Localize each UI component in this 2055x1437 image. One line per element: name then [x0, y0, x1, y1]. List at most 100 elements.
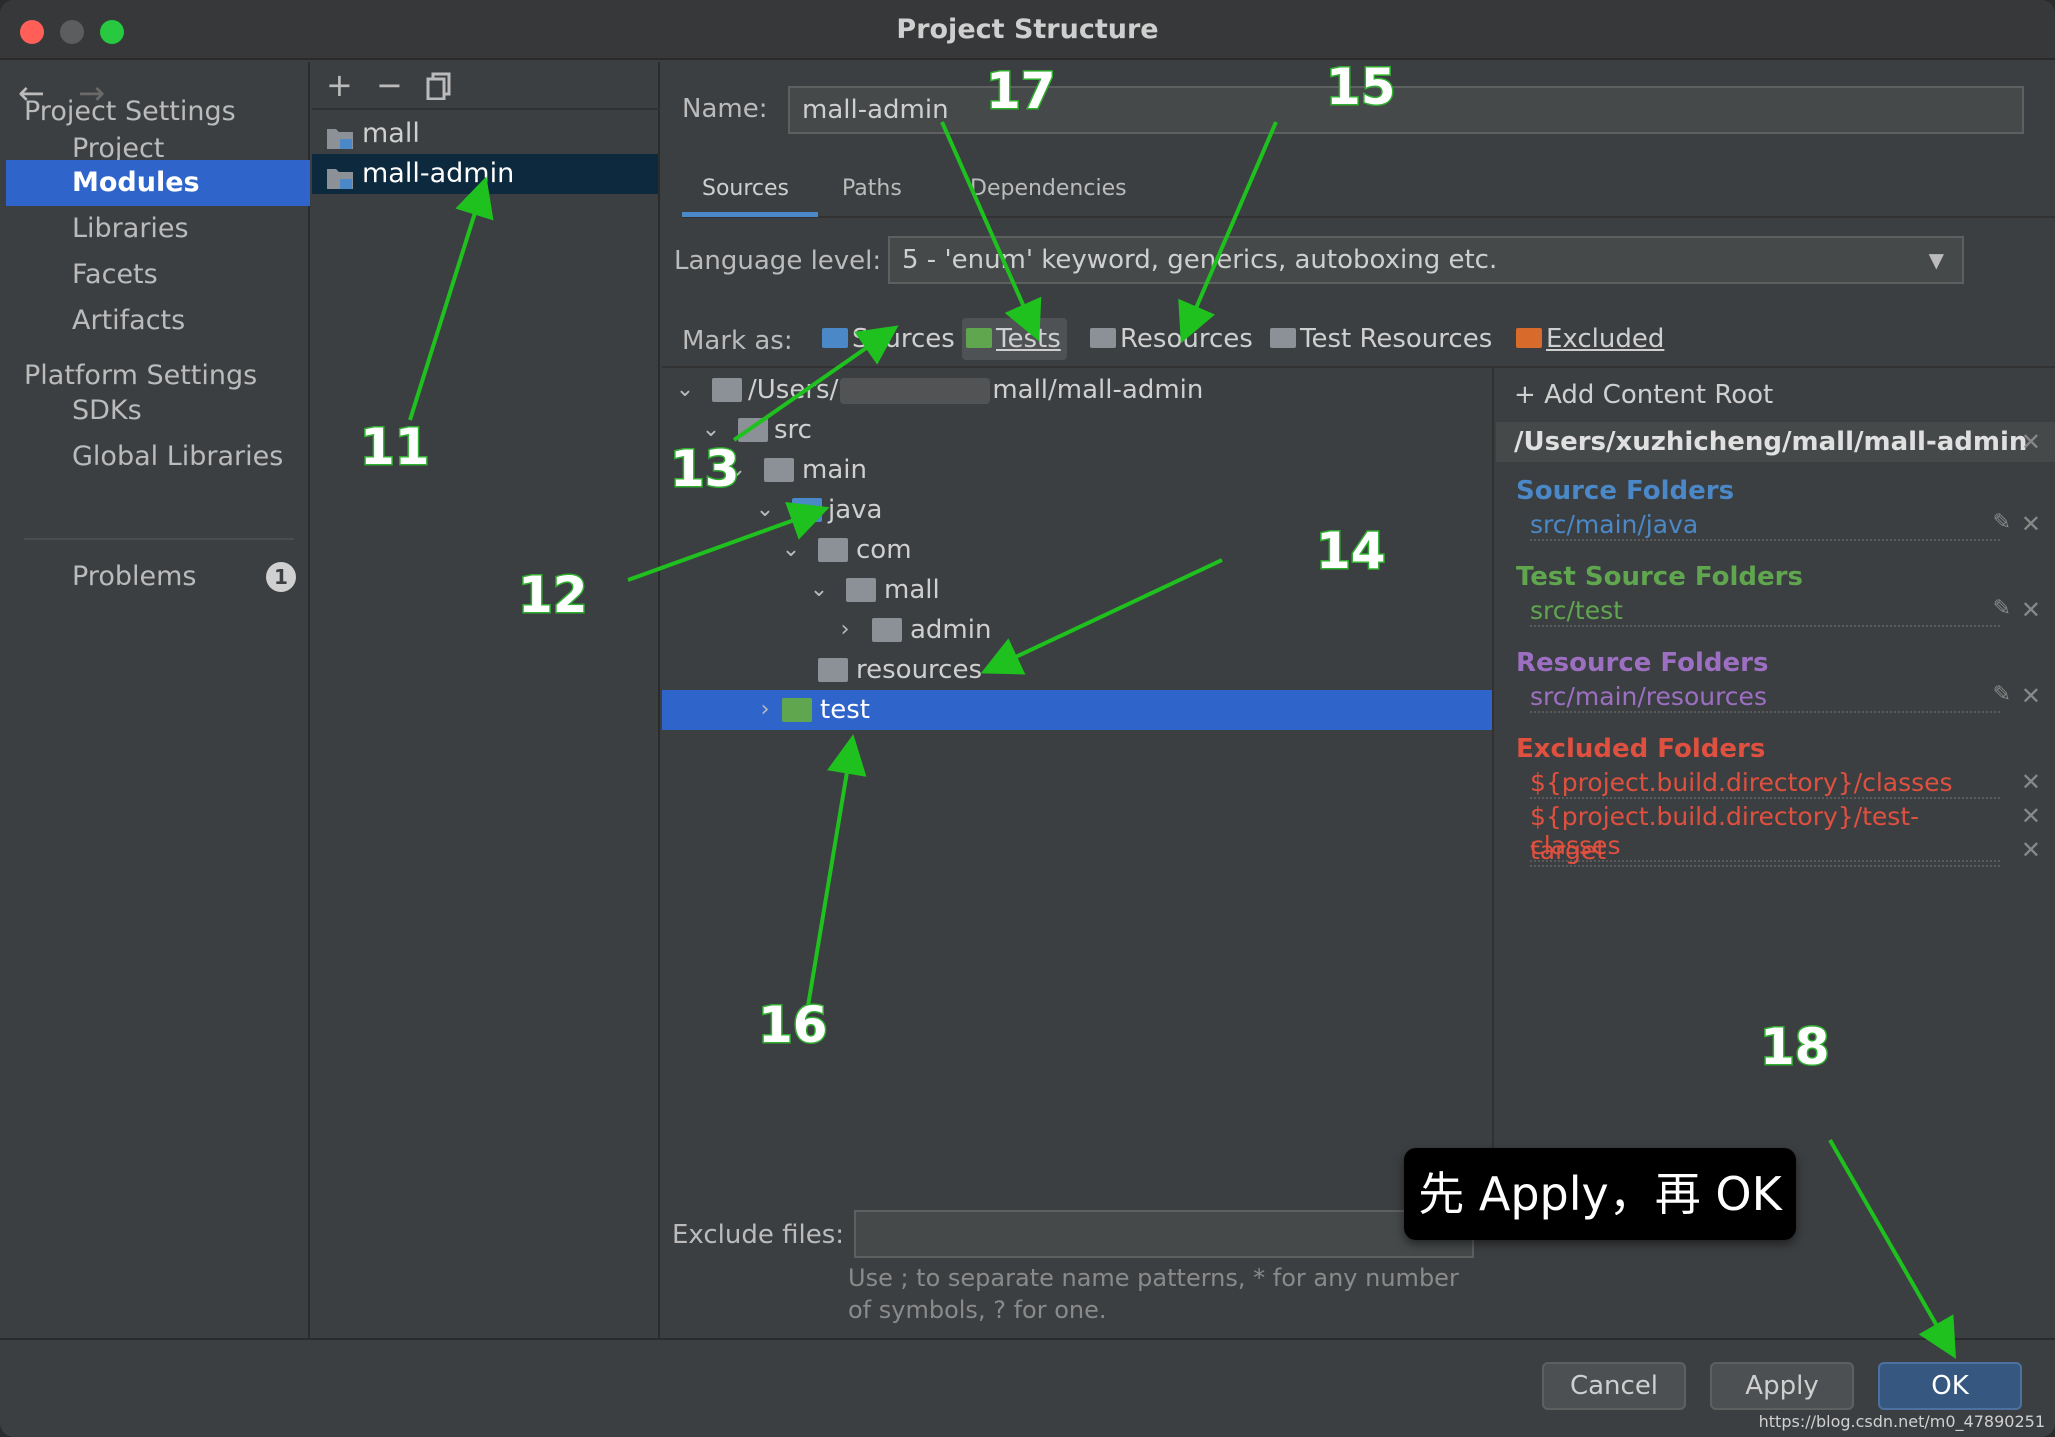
module-folder-icon	[326, 122, 354, 149]
chevron-right-icon[interactable]: ›	[754, 690, 776, 730]
exclude-files-label: Exclude files:	[672, 1220, 845, 1250]
chevron-down-icon: ▼	[1928, 248, 1944, 272]
excluded-folder-path: target	[1530, 836, 2000, 867]
name-label: Name:	[682, 94, 768, 124]
mark-test-resources-label: Test Resources	[1300, 324, 1493, 354]
excluded-folder-icon	[1516, 328, 1542, 348]
mark-sources-button[interactable]: Sources	[818, 318, 955, 360]
language-level-select[interactable]: 5 - 'enum' keyword, generics, autoboxing…	[888, 236, 1964, 284]
root-path-suffix: mall/mall-admin	[992, 375, 1204, 405]
module-label: mall	[362, 118, 420, 149]
tree-label-com: com	[856, 535, 912, 565]
content-root-path: /Users/xuzhicheng/mall/mall-admin ✕	[1496, 422, 2055, 462]
tab-sources[interactable]: Sources	[702, 176, 789, 201]
mark-tests-label: Tests	[996, 324, 1061, 354]
exclude-files-input[interactable]	[854, 1210, 1474, 1258]
tree-row-resources[interactable]: resources	[662, 650, 1492, 690]
add-module-button[interactable]: +	[326, 66, 353, 104]
chevron-down-icon[interactable]: ⌄	[780, 530, 802, 570]
sources-folder-icon	[822, 328, 848, 348]
folder-icon	[712, 378, 742, 402]
language-level-label: Language level:	[674, 246, 882, 276]
mark-tests-button[interactable]: Tests	[962, 318, 1067, 360]
source-folder-path: src/main/java	[1530, 510, 2000, 541]
problems-count-badge: 1	[266, 562, 296, 592]
mark-excluded-button[interactable]: Excluded	[1512, 318, 1664, 360]
tree-label-src: src	[774, 415, 812, 445]
tree-row-test[interactable]: › test	[662, 690, 1492, 730]
nav-item-facets[interactable]: Facets	[6, 252, 310, 298]
close-icon[interactable]: ✕	[2021, 802, 2041, 830]
chevron-right-icon[interactable]: ›	[834, 610, 856, 650]
resources-folder-icon	[1090, 328, 1116, 348]
chevron-down-icon[interactable]: ⌄	[808, 570, 830, 610]
pencil-icon[interactable]: ✎	[1993, 596, 2011, 621]
nav-item-sdks[interactable]: SDKs	[6, 388, 310, 434]
close-icon[interactable]: ✕	[2021, 422, 2041, 462]
pencil-icon[interactable]: ✎	[1993, 682, 2011, 707]
nav-divider	[24, 538, 294, 540]
close-icon[interactable]: ✕	[2021, 682, 2041, 710]
watermark: https://blog.csdn.net/m0_47890251	[1758, 1412, 2045, 1431]
test-source-folders-heading: Test Source Folders	[1516, 562, 1803, 592]
close-icon[interactable]: ✕	[2021, 836, 2041, 864]
resource-folder-path: src/main/resources	[1530, 682, 2000, 713]
ok-button[interactable]: OK	[1878, 1362, 2022, 1410]
mark-test-resources-button[interactable]: Test Resources	[1266, 318, 1492, 360]
tree-row-root[interactable]: ⌄ /Users/mall/mall-admin	[662, 370, 1492, 410]
copy-icon[interactable]	[426, 70, 452, 108]
tree-label-mall: mall	[884, 575, 940, 605]
nav-item-problems[interactable]: Problems 1	[6, 554, 310, 600]
package-icon	[846, 578, 876, 602]
resources-folder-icon	[818, 658, 848, 682]
tree-label-admin: admin	[910, 615, 992, 645]
annotation-16: 16	[757, 995, 830, 1056]
annotation-14: 14	[1315, 521, 1388, 582]
tree-label-java: java	[828, 495, 883, 525]
tree-label-test: test	[820, 695, 870, 725]
mark-as-label: Mark as:	[682, 326, 793, 356]
tree-label-resources: resources	[856, 655, 983, 685]
close-icon[interactable]: ✕	[2021, 768, 2041, 796]
apply-button[interactable]: Apply	[1710, 1362, 1854, 1410]
folder-icon	[738, 418, 768, 442]
tests-folder-icon	[782, 698, 812, 722]
title-bar: Project Structure	[0, 0, 2055, 60]
remove-module-button[interactable]: −	[376, 66, 403, 104]
redacted-username	[840, 377, 991, 404]
source-folders-heading: Source Folders	[1516, 476, 1735, 506]
tab-dependencies[interactable]: Dependencies	[970, 176, 1127, 201]
tree-row-main[interactable]: ⌄ main	[662, 450, 1492, 490]
exclude-files-hint: Use ; to separate name patterns, * for a…	[848, 1264, 1459, 1324]
module-tabs: Sources Paths Dependencies	[682, 162, 2055, 218]
nav-item-libraries[interactable]: Libraries	[6, 206, 310, 252]
nav-item-artifacts[interactable]: Artifacts	[6, 298, 310, 344]
module-item-mall-admin[interactable]: mall-admin	[312, 154, 658, 194]
cancel-button[interactable]: Cancel	[1542, 1362, 1686, 1410]
module-name-input[interactable]: mall-admin	[788, 86, 2024, 134]
add-content-root-button[interactable]: + Add Content Root	[1514, 380, 1773, 410]
window-title: Project Structure	[896, 14, 1159, 45]
tab-paths[interactable]: Paths	[842, 176, 902, 201]
module-folder-icon	[326, 162, 354, 189]
pencil-icon[interactable]: ✎	[1993, 510, 2011, 535]
nav-item-global-libraries[interactable]: Global Libraries	[6, 434, 310, 480]
test-source-folder-path: src/test	[1530, 596, 2000, 627]
annotation-17: 17	[985, 61, 1058, 122]
mark-resources-button[interactable]: Resources	[1086, 318, 1253, 360]
close-icon[interactable]: ✕	[2021, 510, 2041, 538]
content-root-label: /Users/xuzhicheng/mall/mall-admin	[1514, 427, 2028, 457]
close-icon[interactable]: ✕	[2021, 596, 2041, 624]
package-icon	[872, 618, 902, 642]
add-content-root-label: Add Content Root	[1544, 380, 1774, 410]
tree-label-main: main	[802, 455, 867, 485]
tree-row-src[interactable]: ⌄ src	[662, 410, 1492, 450]
tree-row-admin[interactable]: › admin	[662, 610, 1492, 650]
problems-label: Problems	[72, 561, 197, 592]
chevron-down-icon[interactable]: ⌄	[674, 370, 696, 410]
nav-item-modules[interactable]: Modules	[6, 160, 310, 206]
module-item-mall[interactable]: mall	[312, 114, 658, 154]
chevron-down-icon[interactable]: ⌄	[754, 490, 776, 530]
root-path-prefix: /Users/	[748, 375, 839, 405]
excluded-folder-path: ${project.build.directory}/classes	[1530, 768, 2000, 799]
